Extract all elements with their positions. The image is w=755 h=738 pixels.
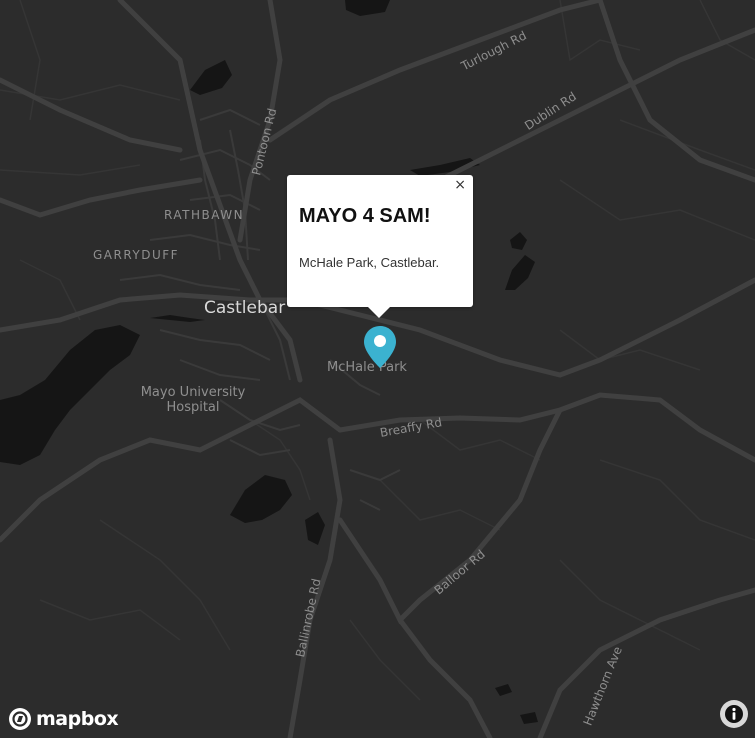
- lake-north: [190, 60, 232, 95]
- popup-close-button[interactable]: ×: [454, 177, 466, 193]
- pond-south: [305, 512, 325, 545]
- map-canvas[interactable]: Turlough Rd Dublin Rd Pontoon Rd Breaffy…: [0, 0, 755, 738]
- pond-east: [505, 255, 535, 290]
- mapbox-logo-text: mapbox: [36, 708, 119, 730]
- location-marker[interactable]: [362, 324, 398, 370]
- lake-top: [345, 0, 390, 16]
- lough-lannagh: [0, 325, 140, 465]
- pond-east-2: [510, 232, 527, 250]
- popup-body: McHale Park, Castlebar.: [299, 255, 440, 270]
- attribution-info-button[interactable]: [720, 700, 748, 728]
- popup-title: MAYO 4 SAM!: [299, 205, 431, 227]
- pond-se-2: [520, 712, 538, 724]
- info-icon: [725, 705, 743, 723]
- mapbox-logo[interactable]: mapbox: [8, 707, 119, 731]
- popup-tip: [368, 307, 390, 318]
- marker-popup: × MAYO 4 SAM! McHale Park, Castlebar.: [287, 175, 473, 307]
- mapbox-logo-icon: [9, 708, 31, 730]
- map-pin-icon: [364, 326, 396, 368]
- lake-south: [230, 475, 292, 523]
- river-town: [150, 315, 205, 322]
- water-features: [0, 0, 538, 724]
- pond-se: [495, 684, 512, 696]
- town-streets: [119, 108, 401, 511]
